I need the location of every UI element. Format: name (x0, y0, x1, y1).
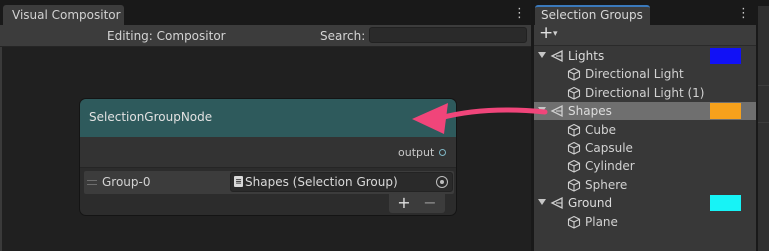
gameobject-icon (567, 67, 581, 81)
group-member-row[interactable]: Directional Light (1) (534, 84, 756, 102)
adjacent-divider (758, 85, 769, 86)
node-title: SelectionGroupNode (89, 110, 213, 124)
selection-group-label: Lights (568, 49, 605, 63)
remove-group-button[interactable]: − (419, 194, 441, 213)
tab-label: Selection Groups (541, 8, 643, 22)
foldout-arrow-icon[interactable] (538, 199, 546, 206)
add-selection-group-dropdown-button[interactable]: + ▾ (539, 23, 567, 44)
group-color-swatch[interactable] (710, 103, 741, 120)
selection-group-row[interactable]: Ground (534, 194, 756, 212)
output-label: output (398, 146, 435, 159)
group-member-label: Sphere (585, 177, 628, 192)
group-member-label: Cube (585, 122, 616, 137)
group-member-row[interactable]: Capsule (534, 139, 756, 157)
node-header[interactable]: SelectionGroupNode (80, 99, 456, 137)
group-member-label: Cylinder (585, 159, 635, 174)
group-member-row[interactable]: Cube (534, 121, 756, 139)
group-member-label: Directional Light (1) (585, 85, 705, 100)
foldout-arrow-icon[interactable] (538, 52, 546, 58)
selection-group-row[interactable]: Shapes (534, 102, 756, 121)
selection-group-asset-icon: ≡ (234, 176, 243, 187)
gameobject-icon (567, 159, 581, 173)
selection-group-object-field[interactable]: ≡ Shapes (Selection Group) (230, 172, 453, 192)
selection-groups-toolbar: + ▾ (534, 23, 756, 46)
plus-icon: + (539, 23, 554, 43)
selection-group-icon (550, 49, 564, 63)
search-input[interactable] (369, 27, 527, 43)
compositor-menu-kebab-icon[interactable]: ⋮ (513, 6, 526, 22)
object-picker-icon[interactable] (436, 176, 448, 188)
caret-down-icon: ▾ (553, 29, 558, 39)
group-label: Group-0 (102, 175, 151, 189)
output-port-icon[interactable] (439, 149, 446, 156)
gameobject-icon (567, 123, 581, 137)
object-field-value: Shapes (Selection Group) (245, 175, 398, 189)
group-member-row[interactable]: Directional Light (534, 65, 756, 83)
adjacent-divider (758, 122, 769, 123)
foldout-arrow-icon[interactable] (538, 107, 546, 114)
selection-group-icon (550, 196, 564, 210)
group-color-swatch[interactable] (710, 48, 741, 64)
group-list-item[interactable]: Group-0 ≡ Shapes (Selection Group) (84, 171, 454, 194)
group-member-label: Capsule (585, 141, 633, 155)
selection-group-node[interactable]: SelectionGroupNode output Group-0 ≡ Shap… (80, 99, 456, 215)
tab-selection-groups[interactable]: Selection Groups (535, 5, 650, 25)
gameobject-icon (567, 178, 581, 192)
list-add-remove-bar: + − (389, 194, 445, 213)
gameobject-icon (567, 215, 581, 229)
search-label: Search: (320, 29, 366, 43)
adjacent-window-panel (758, 6, 769, 251)
gameobject-icon (567, 86, 581, 100)
selection-group-label: Shapes (568, 104, 612, 119)
group-member-row[interactable]: Plane (534, 213, 756, 231)
compositor-toolbar: Editing: Compositor Search: (0, 25, 531, 47)
selection-group-label: Ground (568, 196, 613, 211)
add-group-button[interactable]: + (393, 194, 415, 213)
group-member-label: Directional Light (585, 67, 684, 82)
group-member-row[interactable]: Sphere (534, 176, 756, 194)
selection-groups-menu-kebab-icon[interactable]: ⋮ (737, 6, 750, 22)
gameobject-icon (567, 141, 581, 155)
tab-label: Visual Compositor (12, 8, 121, 22)
group-member-label: Plane (585, 214, 618, 229)
group-member-row[interactable]: Cylinder (534, 157, 756, 175)
selection-group-row[interactable]: Lights (534, 47, 756, 65)
canvas-edge (0, 46, 2, 251)
group-color-swatch[interactable] (710, 195, 741, 212)
editing-label: Editing: Compositor (107, 29, 226, 43)
selection-group-icon (550, 104, 564, 118)
node-output-row: output (80, 137, 456, 168)
drag-handle-icon[interactable] (87, 180, 97, 185)
tab-visual-compositor[interactable]: Visual Compositor (3, 5, 124, 25)
